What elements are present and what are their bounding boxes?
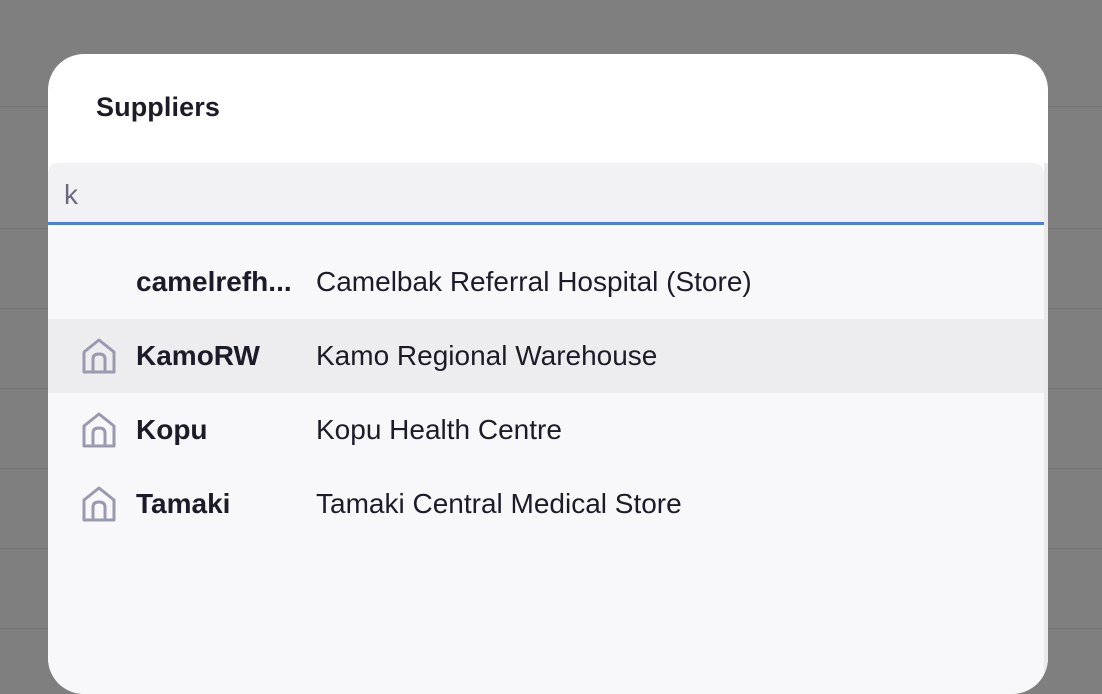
result-code: Tamaki: [136, 488, 231, 519]
dialog-title: Suppliers: [96, 92, 220, 122]
result-item-tamaki[interactable]: Tamaki Tamaki Central Medical Store: [48, 467, 1044, 541]
search-field[interactable]: [48, 163, 1044, 225]
result-icon-slot: [48, 393, 136, 467]
home-icon: [82, 486, 116, 522]
result-item-kamorw[interactable]: KamoRW Kamo Regional Warehouse: [48, 319, 1044, 393]
result-icon-slot: [48, 245, 136, 319]
result-icon-slot: [48, 319, 136, 393]
result-code: camelrefh...: [136, 266, 292, 297]
result-name: Kopu Health Centre: [316, 414, 562, 445]
result-icon-slot: [48, 467, 136, 541]
home-icon: [82, 412, 116, 448]
home-icon: [82, 338, 116, 374]
result-code: KamoRW: [136, 340, 260, 371]
result-name: Camelbak Referral Hospital (Store): [316, 266, 752, 297]
results-list: camelrefh... Camelbak Referral Hospital …: [48, 228, 1044, 694]
result-name: Kamo Regional Warehouse: [316, 340, 658, 371]
result-item-kopu[interactable]: Kopu Kopu Health Centre: [48, 393, 1044, 467]
result-name: Tamaki Central Medical Store: [316, 488, 682, 519]
search-input[interactable]: [64, 177, 1024, 213]
supplier-search-dialog: Suppliers camelrefh... Camelbak Referral…: [48, 54, 1048, 694]
result-item-camelrefh[interactable]: camelrefh... Camelbak Referral Hospital …: [48, 245, 1044, 319]
scrollbar[interactable]: [1044, 163, 1048, 694]
result-code: Kopu: [136, 414, 208, 445]
